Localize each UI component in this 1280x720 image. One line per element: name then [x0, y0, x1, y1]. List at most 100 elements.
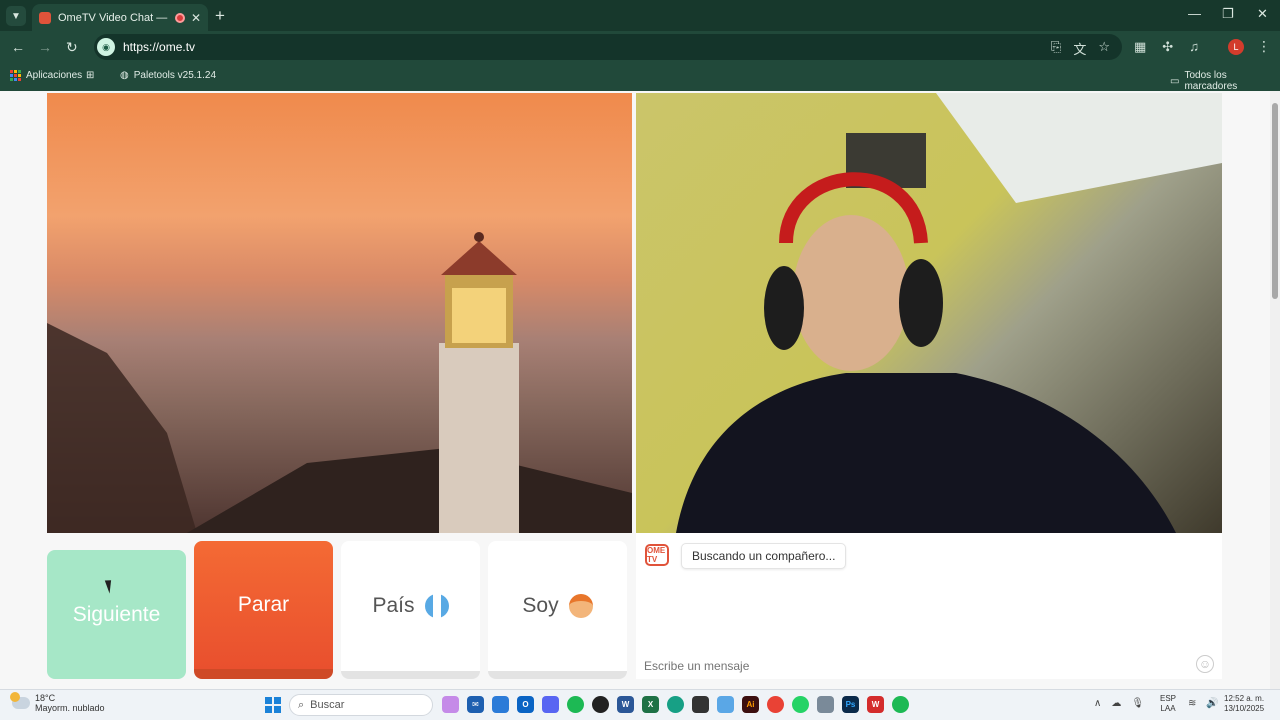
message-input[interactable] [644, 659, 1184, 673]
edge-icon[interactable] [667, 696, 684, 713]
system-tray: ∧ ☁ 🎙 [1094, 698, 1144, 709]
scrollbar-thumb[interactable] [1272, 103, 1278, 299]
webcam-scene [676, 93, 1222, 533]
bookmark-apps[interactable]: Aplicaciones [10, 70, 82, 81]
word-icon[interactable]: W [617, 696, 634, 713]
search-icon: ⌕ [298, 698, 305, 711]
lang-bottom: LAA [1160, 704, 1176, 713]
partner-video [47, 93, 632, 533]
url-text: https://ome.tv [123, 40, 196, 54]
start-icon[interactable] [265, 697, 281, 713]
microphone-icon[interactable]: 🎙 [1131, 698, 1144, 709]
country-button[interactable]: País [341, 541, 480, 679]
spotify-icon[interactable] [567, 696, 584, 713]
country-label: País [372, 594, 415, 617]
language-indicator[interactable]: ESP LAA [1160, 694, 1176, 714]
status-message: Buscando un compañero... [681, 543, 847, 569]
bookmark-paletools[interactable]: ◍ Paletools v25.1.24 [120, 70, 216, 81]
self-camera-video [636, 93, 1222, 533]
extension-icon[interactable]: ▦ [1134, 39, 1146, 55]
windows-taskbar: 18°C Mayorm. nublado ⌕ Buscar ✉ O W X Ai… [0, 689, 1280, 720]
wifi-icon[interactable]: ≋ [1188, 698, 1196, 709]
lighthouse-scene [47, 232, 632, 533]
lang-top: ESP [1160, 694, 1177, 703]
chevron-up-icon[interactable]: ∧ [1094, 698, 1101, 709]
spotify-icon-2[interactable] [892, 696, 909, 713]
bookmark-star-icon[interactable]: ☆ [1098, 39, 1110, 58]
whatsapp-icon[interactable] [792, 696, 809, 713]
clock-time: 12:52 a. m. [1224, 694, 1265, 703]
menu-icon[interactable]: ⋮ [1257, 38, 1271, 55]
site-info-icon[interactable]: ◉ [97, 38, 115, 56]
grid-icon[interactable]: ⊞ [86, 70, 94, 81]
toolbar-extensions: ▦ ✣ ♫ [1134, 39, 1199, 55]
puzzle-icon[interactable]: ✣ [1162, 39, 1173, 55]
illustrator-icon[interactable]: Ai [742, 696, 759, 713]
weather-temp: 18°C [35, 693, 56, 703]
minimize-icon[interactable]: — [1188, 6, 1201, 21]
photoshop-icon[interactable]: Ps [842, 696, 859, 713]
cloud-sync-icon[interactable]: ☁ [1111, 698, 1121, 709]
weather-cloud-icon [10, 692, 30, 709]
chat-panel: OME TV Buscando un compañero... ☺ [636, 533, 1222, 679]
gender-button[interactable]: Soy [488, 541, 627, 679]
cast-icon[interactable]: ⎘ [1051, 39, 1061, 58]
boy-emoji-icon [568, 594, 593, 618]
obs-icon[interactable] [592, 696, 609, 713]
globe-icon: ◍ [120, 70, 129, 81]
close-tab-icon[interactable]: ✕ [191, 11, 201, 25]
page-scrollbar[interactable] [1270, 91, 1280, 689]
folder-icon: ▭ [1170, 75, 1180, 87]
reload-icon[interactable]: ↻ [66, 39, 78, 56]
recording-icon [174, 12, 185, 23]
stop-button[interactable]: Parar [194, 541, 333, 679]
close-window-icon[interactable]: ✕ [1257, 6, 1268, 22]
emoji-icon[interactable]: ☺ [1196, 655, 1214, 673]
restore-icon[interactable]: ❐ [1222, 6, 1234, 22]
browser-tab-strip: ▼ OmeTV Video Chat — Omegle ✕ + — ❐ ✕ [0, 0, 1280, 31]
media-icon[interactable]: ♫ [1189, 39, 1199, 55]
ometv-logo-icon: OME TV [645, 544, 669, 566]
camera-app-icon[interactable] [692, 696, 709, 713]
bookmark-label: Aplicaciones [26, 70, 83, 81]
address-bar[interactable]: ◉ https://ome.tv ⎘ 文 ☆ [94, 34, 1122, 60]
clock-date: 13/10/2025 [1224, 704, 1265, 713]
gender-label: Soy [522, 594, 559, 617]
volume-icon[interactable]: 🔊 [1206, 698, 1218, 709]
taskbar-search[interactable]: ⌕ Buscar [289, 694, 433, 716]
snipping-icon[interactable] [817, 696, 834, 713]
notepad-icon[interactable] [717, 696, 734, 713]
chrome-icon[interactable] [767, 696, 784, 713]
browser-toolbar: ← → ↻ ◉ https://ome.tv ⎘ 文 ☆ [0, 31, 1280, 63]
clock[interactable]: 12:52 a. m. 13/10/2025 [1224, 694, 1264, 714]
tab-title: OmeTV Video Chat — Omegle [58, 11, 169, 24]
search-placeholder: Buscar [310, 699, 345, 711]
next-label: Siguiente [72, 602, 161, 626]
tab-ometv[interactable]: OmeTV Video Chat — Omegle ✕ [32, 4, 208, 31]
wps-icon[interactable]: W [867, 696, 884, 713]
next-button[interactable]: Siguiente [47, 550, 186, 679]
all-bookmarks[interactable]: ▭ Todos los marcadores [1170, 70, 1280, 92]
discord-icon[interactable] [542, 696, 559, 713]
flag-icon [424, 594, 449, 618]
mail-icon[interactable]: ✉ [467, 696, 484, 713]
excel-icon[interactable]: X [642, 696, 659, 713]
back-icon[interactable]: ← [11, 39, 25, 55]
profile-avatar[interactable]: L [1228, 39, 1244, 55]
all-bookmarks-label: Todos los marcadores [1184, 70, 1238, 92]
new-tab-icon[interactable]: + [215, 6, 225, 26]
translate-icon[interactable]: 文 [1073, 39, 1086, 58]
weather-widget[interactable]: 18°C Mayorm. nublado [10, 692, 105, 713]
ometv-favicon-icon [39, 11, 51, 24]
forward-icon[interactable]: → [38, 39, 52, 55]
apps-icon [10, 70, 21, 81]
store-icon[interactable] [492, 696, 509, 713]
taskbar-apps: ✉ O W X Ai Ps W [442, 696, 909, 713]
tab-search-icon[interactable]: ▼ [6, 6, 26, 26]
stop-label: Parar [237, 593, 290, 616]
bookmark-label: Paletools v25.1.24 [133, 70, 217, 81]
outlook-icon[interactable]: O [517, 696, 534, 713]
bookmarks-bar: Aplicaciones ⊞ ◍ Paletools v25.1.24 ▭ To… [0, 63, 1280, 92]
status-icons: ≋ 🔊 [1188, 698, 1219, 709]
copilot-icon[interactable] [442, 696, 459, 713]
